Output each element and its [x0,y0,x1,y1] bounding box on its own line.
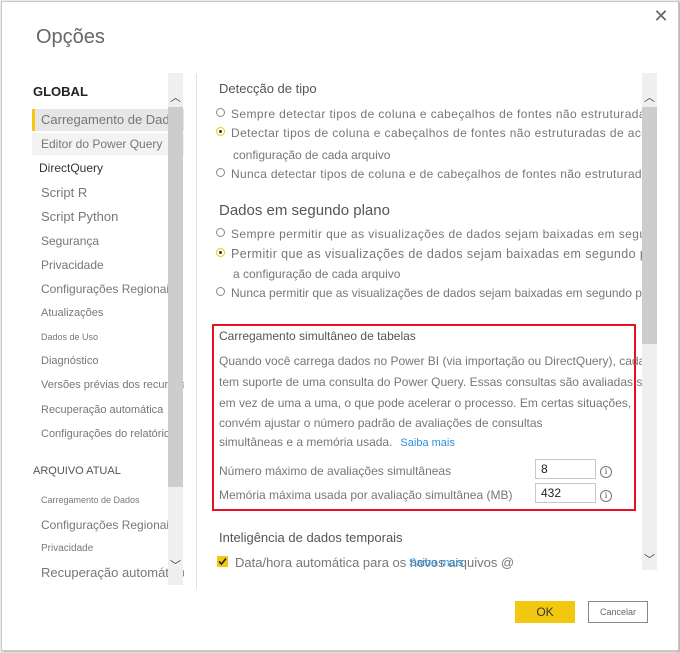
sidebar-item-file-auto-recovery[interactable]: Recuperação automática [32,562,184,584]
sidebar-scrollbar[interactable]: ︿ ﹀ [168,73,183,585]
max-memory-input[interactable] [535,483,596,503]
chevron-up-icon[interactable]: ︿ [168,89,183,105]
description-line-last: simultâneas e a memória usada. Saiba mais [219,435,455,449]
sidebar-header-global: GLOBAL [33,84,88,99]
radio-detect-per-file[interactable]: Detectar tipos de coluna e cabeçalhos de… [216,126,642,140]
options-dialog: Opções ✕ GLOBAL Carregamento de Dados Ed… [1,1,679,651]
max-memory-label: Memória máxima usada por avaliação simul… [219,488,513,502]
ok-button[interactable]: OK [515,601,575,623]
radio-icon [216,168,225,177]
radio-never-allow-background[interactable]: Nunca permitir que as visualizações de d… [216,286,642,300]
radio-selected-icon [216,127,225,136]
sidebar-item-script-r[interactable]: Script R [32,182,184,204]
sidebar: GLOBAL Carregamento de Dados Editor do P… [2,72,184,592]
chevron-down-icon[interactable]: ﹀ [168,557,183,573]
radio-always-allow-background[interactable]: Sempre permitir que as visualizações de … [216,227,642,241]
content-scrollbar[interactable]: ︿ ﹀ [642,73,657,570]
sidebar-item-security[interactable]: Segurança [32,230,184,252]
chevron-up-icon[interactable]: ︿ [642,89,657,105]
sidebar-scrollbar-thumb[interactable] [168,107,183,487]
max-evaluations-label: Número máximo de avaliações simultâneas [219,464,452,478]
sidebar-item-regional-settings[interactable]: Configurações Regionais [32,278,184,300]
checkmark-icon [218,557,227,566]
sidebar-item-updates[interactable]: Atualizações [32,302,184,324]
sidebar-item-preview-features[interactable]: Versões prévias dos recursos [32,374,184,396]
cancel-button[interactable]: Cancelar [588,601,648,623]
radio-continuation: a configuração de cada arquivo [233,267,401,281]
auto-datetime-checkbox[interactable] [217,556,228,567]
section-title-time-intelligence: Inteligência de dados temporais [219,530,403,545]
description-line: tem suporte de uma consulta do Power Que… [219,375,642,389]
radio-icon [216,287,225,296]
sidebar-header-current-file: ARQUIVO ATUAL [33,465,121,477]
info-icon[interactable]: i [600,490,612,502]
description-line: Quando você carrega dados no Power BI (v… [219,354,642,368]
radio-never-detect[interactable]: Nunca detectar tipos de coluna e de cabe… [216,167,642,181]
sidebar-item-file-privacy[interactable]: Privacidade [32,538,184,560]
sidebar-item-usage-data[interactable]: Dados de Uso [32,326,184,348]
sidebar-item-diagnostics[interactable]: Diagnóstico [32,350,184,372]
section-title-parallel-loading: Carregamento simultâneo de tabelas [219,329,416,343]
description-line: em vez de uma a uma, o que pode acelerar… [219,396,632,410]
radio-icon [216,228,225,237]
sidebar-item-privacy[interactable]: Privacidade [32,254,184,276]
info-icon[interactable]: i [600,466,612,478]
section-title-background-data: Dados em segundo plano [219,202,390,219]
radio-continuation: configuração de cada arquivo [233,148,391,162]
sidebar-item-file-regional-settings[interactable]: Configurações Regionais [32,514,184,536]
dialog-title: Opções [36,26,105,48]
sidebar-item-file-data-load[interactable]: Carregamento de Dados [32,489,184,511]
sidebar-item-directquery[interactable]: DirectQuery [32,157,184,179]
chevron-down-icon[interactable]: ﹀ [642,551,657,567]
settings-panel: Detecção de tipo Sempre detectar tipos d… [202,72,642,582]
learn-more-link[interactable]: Saiba mais [400,437,454,449]
radio-icon [216,108,225,117]
sidebar-item-data-load[interactable]: Carregamento de Dados [32,109,184,131]
sidebar-item-power-query-editor[interactable]: Editor do Power Query [32,133,184,155]
auto-datetime-label: Data/hora automática para os novos arqui… [235,555,515,570]
radio-allow-per-file[interactable]: Permitir que as visualizações de dados s… [216,247,642,261]
section-title-type-detection: Detecção de tipo [219,81,317,96]
sidebar-item-script-python[interactable]: Script Python [32,206,184,228]
radio-always-detect[interactable]: Sempre detectar tipos de coluna e cabeça… [216,107,642,121]
radio-selected-icon [216,248,225,257]
description-line: convém ajustar o número padrão de avalia… [219,416,543,430]
sidebar-item-auto-recovery[interactable]: Recuperação automática [32,399,184,421]
learn-more-link[interactable]: Saiba mais [409,557,463,569]
sidebar-item-report-settings[interactable]: Configurações do relatório [32,423,184,445]
close-icon[interactable]: ✕ [652,7,670,25]
content-scrollbar-thumb[interactable] [642,107,657,344]
panel-divider [196,74,197,589]
max-evaluations-input[interactable] [535,459,596,479]
